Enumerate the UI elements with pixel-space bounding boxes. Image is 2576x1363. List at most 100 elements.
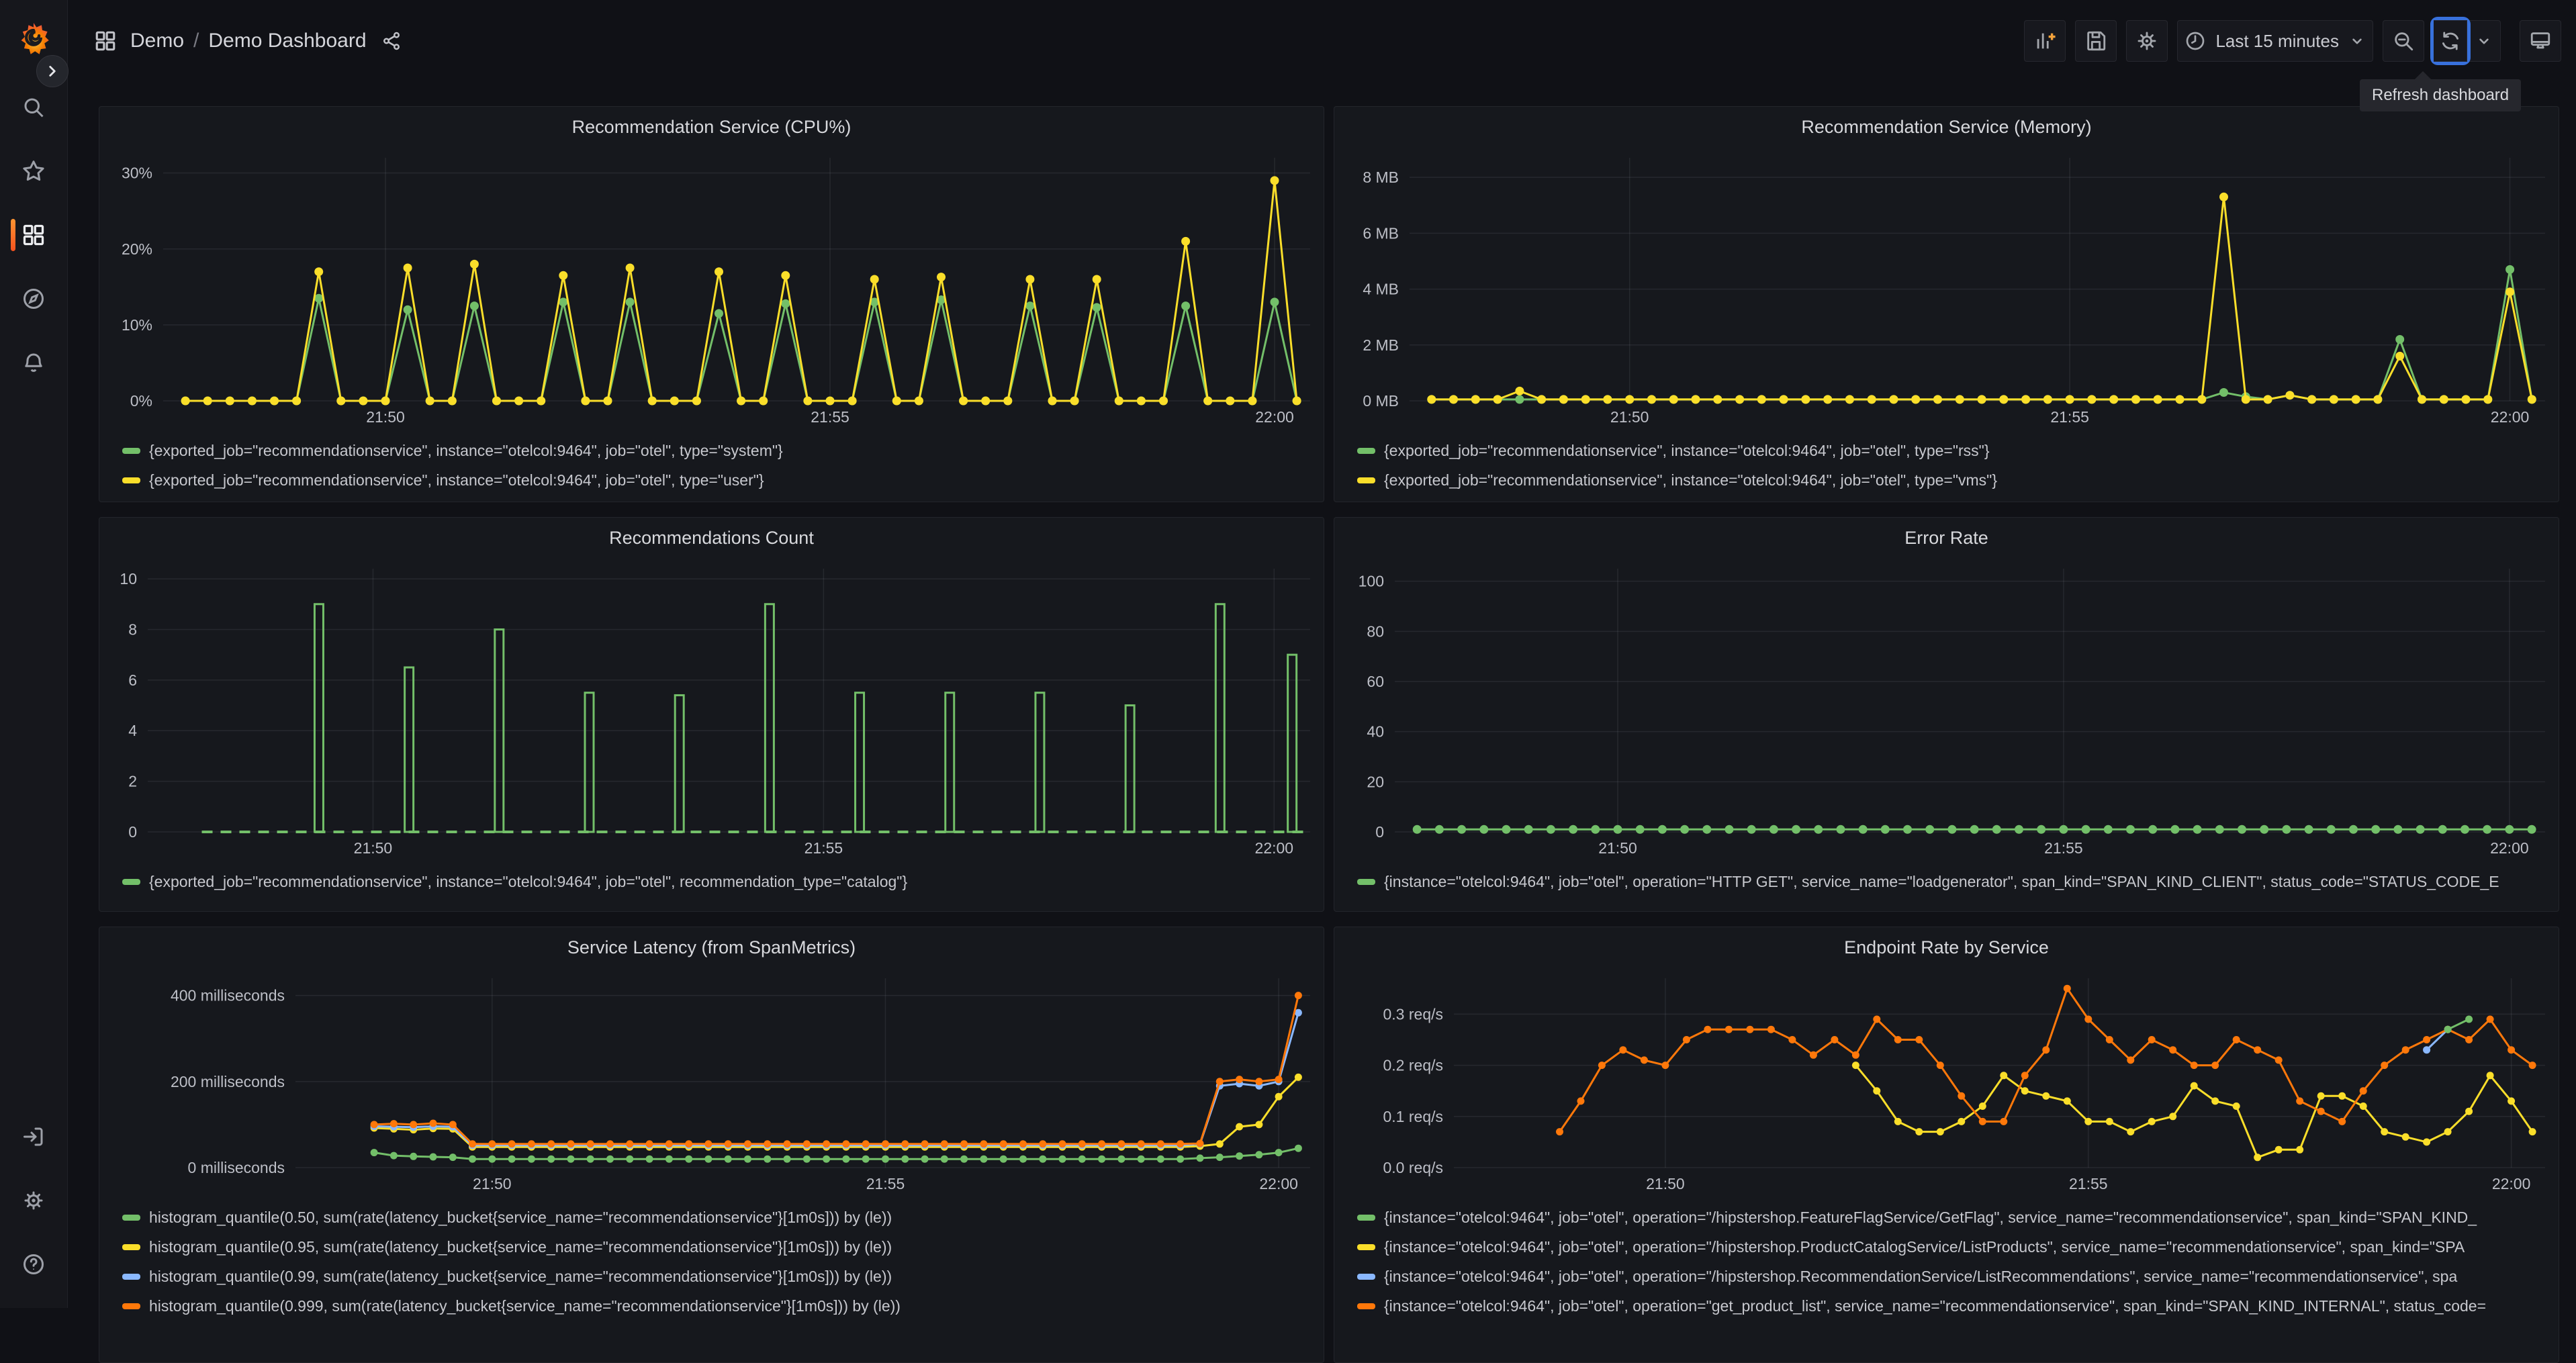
sidebar-item-sign-in[interactable] [0,1115,67,1158]
sidebar-item-starred[interactable] [0,150,67,193]
legend-label: {instance="otelcol:9464", job="otel", op… [1384,1208,2477,1226]
svg-text:0.0 req/s: 0.0 req/s [1383,1159,1444,1176]
panel-endpoint-rate: Endpoint Rate by Service 0.0 req/s 0.1 re… [1334,927,2559,1363]
panel-title[interactable]: Error Rate [1334,518,2559,558]
svg-text:400 milliseconds: 400 milliseconds [171,987,285,1004]
svg-text:21:55: 21:55 [811,408,849,426]
refresh-button[interactable] [2434,20,2467,62]
legend-swatch [122,1214,140,1221]
svg-text:2: 2 [128,773,137,790]
cpu-legend: {exported_job="recommendationservice", i… [99,429,1324,495]
help-question-icon [24,1254,44,1274]
legend-item[interactable]: histogram_quantile(0.50, sum(rate(latenc… [122,1203,1324,1232]
legend-item[interactable]: {exported_job="recommendationservice", i… [1357,465,2559,495]
legend-swatch [122,1273,140,1280]
legend-item[interactable]: histogram_quantile(0.95, sum(rate(latenc… [122,1232,1324,1262]
legend-swatch [122,447,140,454]
gear-icon [24,1191,43,1210]
grafana-logo-icon[interactable] [16,21,51,56]
legend-item[interactable]: {exported_job="recommendationservice", i… [122,867,1324,896]
panel-title[interactable]: Recommendations Count [99,518,1324,558]
sidebar [0,0,68,1308]
sidebar-item-alerting[interactable] [0,341,67,384]
svg-text:22:00: 22:00 [2491,408,2530,426]
recommendations-count-legend: {exported_job="recommendationservice", i… [99,860,1324,896]
dashboard-settings-button[interactable] [2126,20,2168,62]
recommendations-count-chart[interactable]: 0 2 4 6 8 10 21:50 21:55 22:00 [99,558,1324,860]
clock-icon [2187,32,2205,50]
svg-text:8 MB: 8 MB [1363,169,1399,186]
legend-item[interactable]: {instance="otelcol:9464", job="otel", op… [1357,1262,2559,1291]
zoom-out-button[interactable] [2383,20,2424,62]
panel-title[interactable]: Recommendation Service (Memory) [1334,107,2559,147]
svg-text:20: 20 [1367,773,1384,790]
active-indicator-bar [11,219,15,251]
svg-text:40: 40 [1367,723,1384,741]
legend-item[interactable]: {instance="otelcol:9464", job="otel", op… [1357,1291,2559,1321]
legend-swatch [122,878,140,885]
legend-swatch [1357,1303,1375,1309]
service-latency-chart[interactable]: 0 milliseconds 200 milliseconds 400 millis… [99,968,1324,1196]
service-latency-legend: histogram_quantile(0.50, sum(rate(latenc… [99,1196,1324,1321]
monitor-icon [2530,32,2550,49]
add-panel-button[interactable] [2024,20,2066,62]
legend-swatch [122,477,140,483]
sidebar-item-settings[interactable] [0,1179,67,1222]
legend-swatch [1357,878,1375,885]
legend-item[interactable]: {exported_job="recommendationservice", i… [122,436,1324,465]
svg-text:21:50: 21:50 [1610,408,1649,426]
legend-label: {exported_job="recommendationservice", i… [149,872,908,890]
svg-text:21:50: 21:50 [473,1175,512,1192]
svg-text:4 MB: 4 MB [1363,281,1399,298]
svg-text:21:55: 21:55 [2050,408,2089,426]
endpoint-rate-chart[interactable]: 0.0 req/s 0.1 req/s 0.2 req/s 0.3 req/s 21:5… [1334,968,2559,1196]
refresh-interval-caret-button[interactable] [2467,20,2501,62]
legend-item[interactable]: {exported_job="recommendationservice", i… [1357,436,2559,465]
add-panel-icon [2037,33,2056,49]
breadcrumb-current[interactable]: Demo Dashboard [208,30,366,52]
svg-text:0.2 req/s: 0.2 req/s [1383,1057,1444,1074]
panel-title[interactable]: Endpoint Rate by Service [1334,927,2559,968]
legend-swatch [122,1243,140,1250]
refresh-icon [2442,32,2458,50]
caret-down-icon [2352,38,2362,44]
legend-item[interactable]: histogram_quantile(0.999, sum(rate(laten… [122,1291,1324,1321]
time-range-label: Last 15 minutes [2215,30,2339,51]
svg-text:21:55: 21:55 [2044,839,2083,857]
cpu-chart[interactable]: 0% 10% 20% 30% 21:50 21:55 22:00 [99,147,1324,429]
breadcrumb-root[interactable]: Demo [130,30,184,52]
error-rate-legend: {instance="otelcol:9464", job="otel", op… [1334,860,2559,896]
legend-item[interactable]: histogram_quantile(0.99, sum(rate(latenc… [122,1262,1324,1291]
panel-title[interactable]: Recommendation Service (CPU%) [99,107,1324,147]
panel-title[interactable]: Service Latency (from SpanMetrics) [99,927,1324,968]
legend-label: histogram_quantile(0.95, sum(rate(latenc… [149,1237,892,1256]
panel-error-rate: Error Rate 0 20 40 60 80 100 21:50 21:55 22:00 {… [1334,517,2559,912]
svg-text:22:00: 22:00 [1255,839,1294,857]
svg-text:21:50: 21:50 [354,839,393,857]
legend-item[interactable]: {instance="otelcol:9464", job="otel", op… [1357,1232,2559,1262]
svg-text:22:00: 22:00 [2490,839,2529,857]
save-dashboard-button[interactable] [2075,20,2117,62]
memory-legend: {exported_job="recommendationservice", i… [1334,429,2559,495]
memory-chart[interactable]: 0 MB 2 MB 4 MB 6 MB 8 MB 21:50 21:55 22:00 [1334,147,2559,429]
panel-recommendation-memory: Recommendation Service (Memory) 0 MB 2 MB… [1334,106,2559,502]
svg-text:80: 80 [1367,622,1384,640]
breadcrumb-separator: / [193,30,199,52]
legend-item[interactable]: {exported_job="recommendationservice", i… [122,465,1324,495]
legend-item[interactable]: {instance="otelcol:9464", job="otel", op… [1357,1203,2559,1232]
sidebar-expand-button[interactable] [36,55,68,87]
sidebar-item-help[interactable] [0,1243,67,1286]
svg-text:21:55: 21:55 [804,839,843,857]
svg-text:2 MB: 2 MB [1363,336,1399,354]
share-icon[interactable] [381,31,402,51]
top-navbar: Demo / Demo Dashboard Last 15 minutes [67,0,2576,82]
sidebar-item-search[interactable] [0,86,67,129]
legend-item[interactable]: {instance="otelcol:9464", job="otel", op… [1357,867,2559,896]
error-rate-chart[interactable]: 0 20 40 60 80 100 21:50 21:55 22:00 [1334,558,2559,860]
panel-recommendation-cpu: Recommendation Service (CPU%) 0% 10% 20% 30… [99,106,1324,502]
time-range-picker[interactable]: Last 15 minutes [2177,20,2373,62]
kiosk-mode-button[interactable] [2520,20,2561,62]
sidebar-item-dashboards[interactable] [0,214,67,256]
legend-swatch [122,1303,140,1309]
sidebar-item-explore[interactable] [0,277,67,320]
